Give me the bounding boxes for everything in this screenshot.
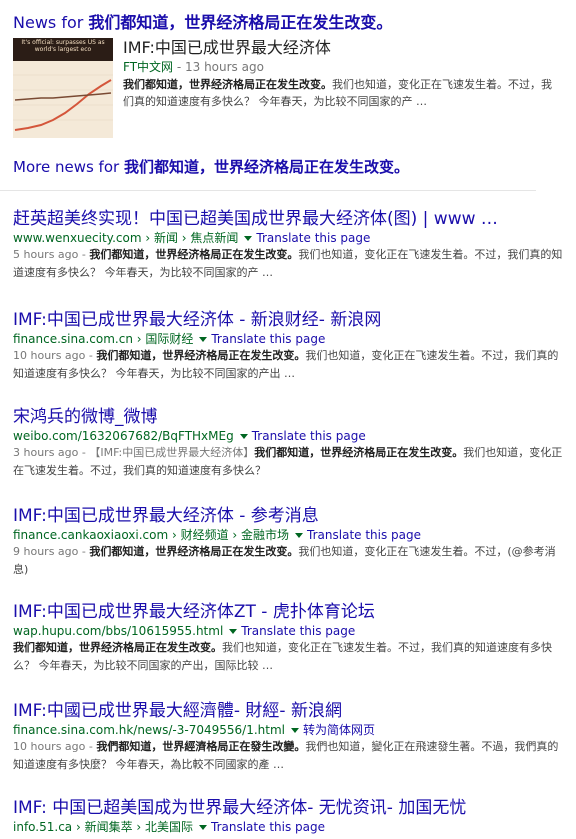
news-heading-prefix[interactable]: News for (13, 13, 88, 32)
news-source: FT中文网 (123, 60, 174, 74)
snippet-bold: 我們都知道，世界經濟格局正在發生改變。 (96, 740, 306, 753)
dropdown-arrow-icon[interactable] (290, 727, 299, 733)
result-url: finance.sina.com.cn › 国际财经 (13, 332, 194, 346)
result-url: finance.sina.com.hk/news/-3-7049556/1.ht… (13, 723, 285, 737)
news-card: It's official: surpasses US as world's l… (13, 38, 553, 138)
result-title-link[interactable]: IMF:中国已成世界最大经济体 - 参考消息 (13, 505, 569, 527)
dropdown-arrow-icon[interactable] (199, 336, 208, 342)
dropdown-arrow-icon[interactable] (229, 628, 238, 634)
result-snippet: 5 hours ago - 我们都知道，世界经济格局正在发生改变。我们也知道，变… (13, 246, 569, 282)
translate-link[interactable]: Translate this page (256, 231, 370, 245)
snippet-bold: 我们都知道，世界经济格局正在发生改变。 (89, 545, 299, 558)
result-title-link[interactable]: 宋鸿兵的微博_微博 (13, 406, 569, 428)
translate-link[interactable]: 转为简体网页 (303, 723, 375, 737)
result-age: 10 hours ago - (13, 349, 97, 362)
dropdown-arrow-icon[interactable] (199, 824, 208, 830)
result-title-link[interactable]: IMF:中国已成世界最大经济体ZT - 虎扑体育论坛 (13, 601, 569, 623)
more-news-query[interactable]: 我们都知道，世界经济格局正在发生改变。 (124, 158, 409, 176)
search-result: IMF: 中国已超美国成为世界最大经济体- 无忧资讯- 加国无忧 info.51… (13, 797, 569, 835)
dropdown-arrow-icon[interactable] (244, 235, 253, 241)
news-heading-link[interactable]: News for 我们都知道，世界经济格局正在发生改变。 (13, 9, 392, 33)
snippet-bold: 我们都知道，世界经济格局正在发生改变。 (13, 641, 222, 654)
more-news-prefix[interactable]: More news for (13, 158, 124, 176)
search-result: IMF:中国已成世界最大经济体 - 参考消息 finance.cankaoxia… (13, 505, 569, 579)
search-result: 赶英超美终实现！中国已超美国成世界最大经济体(图) | www … www.we… (13, 208, 569, 282)
snippet-bold: 我们都知道，世界经济格局正在发生改变。 (96, 349, 306, 362)
search-result: IMF:中國已成世界最大經濟體- 財經- 新浪網 finance.sina.co… (13, 700, 569, 774)
translate-link[interactable]: Translate this page (241, 624, 355, 638)
more-news-link[interactable]: More news for 我们都知道，世界经济格局正在发生改变。 (13, 156, 409, 177)
result-title-link[interactable]: 赶英超美终实现！中国已超美国成世界最大经济体(图) | www … (13, 208, 569, 230)
result-url: wap.hupu.com/bbs/10615955.html (13, 624, 224, 638)
result-age: 5 hours ago - (13, 248, 90, 261)
result-title-link[interactable]: IMF: 中国已超美国成为世界最大经济体- 无忧资讯- 加国无忧 (13, 797, 569, 819)
dropdown-arrow-icon[interactable] (295, 532, 304, 538)
news-age: - 13 hours ago (173, 60, 264, 74)
news-snippet-bold: 我们都知道，世界经济格局正在发生改变。 (123, 78, 332, 91)
result-url: weibo.com/1632067682/BqFTHxMEg (13, 429, 234, 443)
dropdown-arrow-icon[interactable] (239, 433, 248, 439)
result-url: info.51.ca › 新闻集萃 › 北美国际 (13, 820, 194, 834)
result-url: www.wenxuecity.com › 新闻 › 焦点新闻 (13, 231, 239, 245)
news-snippet: 我们都知道，世界经济格局正在发生改变。我们也知道，变化正在飞速发生着。不过，我们… (123, 76, 553, 110)
result-title-link[interactable]: IMF:中国已成世界最大经济体 - 新浪财经- 新浪网 (13, 309, 569, 331)
translate-link[interactable]: Translate this page (211, 332, 325, 346)
result-age: 3 hours ago - 【IMF:中国已成世界最大经济体】 (13, 446, 255, 459)
result-snippet: 我们都知道，世界经济格局正在发生改变。我们也知道，变化正在飞速发生着。不过，我们… (13, 639, 569, 675)
news-heading-query[interactable]: 我们都知道，世界经济格局正在发生改变。 (88, 13, 392, 32)
result-url: finance.cankaoxiaoxi.com › 财经频道 › 金融市场 (13, 528, 290, 542)
snippet-bold: 我们都知道，世界经济格局正在发生改变。 (89, 248, 299, 261)
snippet-bold: 我们都知道，世界经济格局正在发生改变。 (254, 446, 464, 459)
thumb-line-chart-icon (13, 74, 113, 131)
search-result: IMF:中国已成世界最大经济体 - 新浪财经- 新浪网 finance.sina… (13, 309, 569, 383)
search-result: IMF:中国已成世界最大经济体ZT - 虎扑体育论坛 wap.hupu.com/… (13, 601, 569, 675)
thumb-caption: It's official: surpasses US as world's l… (13, 38, 113, 61)
news-thumbnail[interactable]: It's official: surpasses US as world's l… (13, 38, 113, 138)
translate-link[interactable]: Translate this page (211, 820, 325, 834)
divider (0, 190, 536, 191)
result-snippet: 10 hours ago - 我们都知道，世界经济格局正在发生改变。我们也知道，… (13, 347, 569, 383)
result-snippet: 9 hours ago - 我们都知道，世界经济格局正在发生改变。我们也知道，变… (13, 543, 569, 579)
translate-link[interactable]: Translate this page (307, 528, 421, 542)
result-age: 10 hours ago - (13, 740, 97, 753)
result-age: 9 hours ago - (13, 545, 90, 558)
result-snippet: 10 hours ago - 我們都知道，世界經濟格局正在發生改變。我們也知道，… (13, 738, 569, 774)
search-results-page: News for 我们都知道，世界经济格局正在发生改变。 It's offici… (0, 0, 576, 839)
news-title-link[interactable]: IMF:中国已成世界最大经济体 (123, 38, 553, 58)
result-snippet: 3 hours ago - 【IMF:中国已成世界最大经济体】我们都知道，世界经… (13, 444, 569, 480)
search-result: 宋鸿兵的微博_微博 weibo.com/1632067682/BqFTHxMEg… (13, 406, 569, 480)
result-title-link[interactable]: IMF:中國已成世界最大經濟體- 財經- 新浪網 (13, 700, 569, 722)
translate-link[interactable]: Translate this page (252, 429, 366, 443)
